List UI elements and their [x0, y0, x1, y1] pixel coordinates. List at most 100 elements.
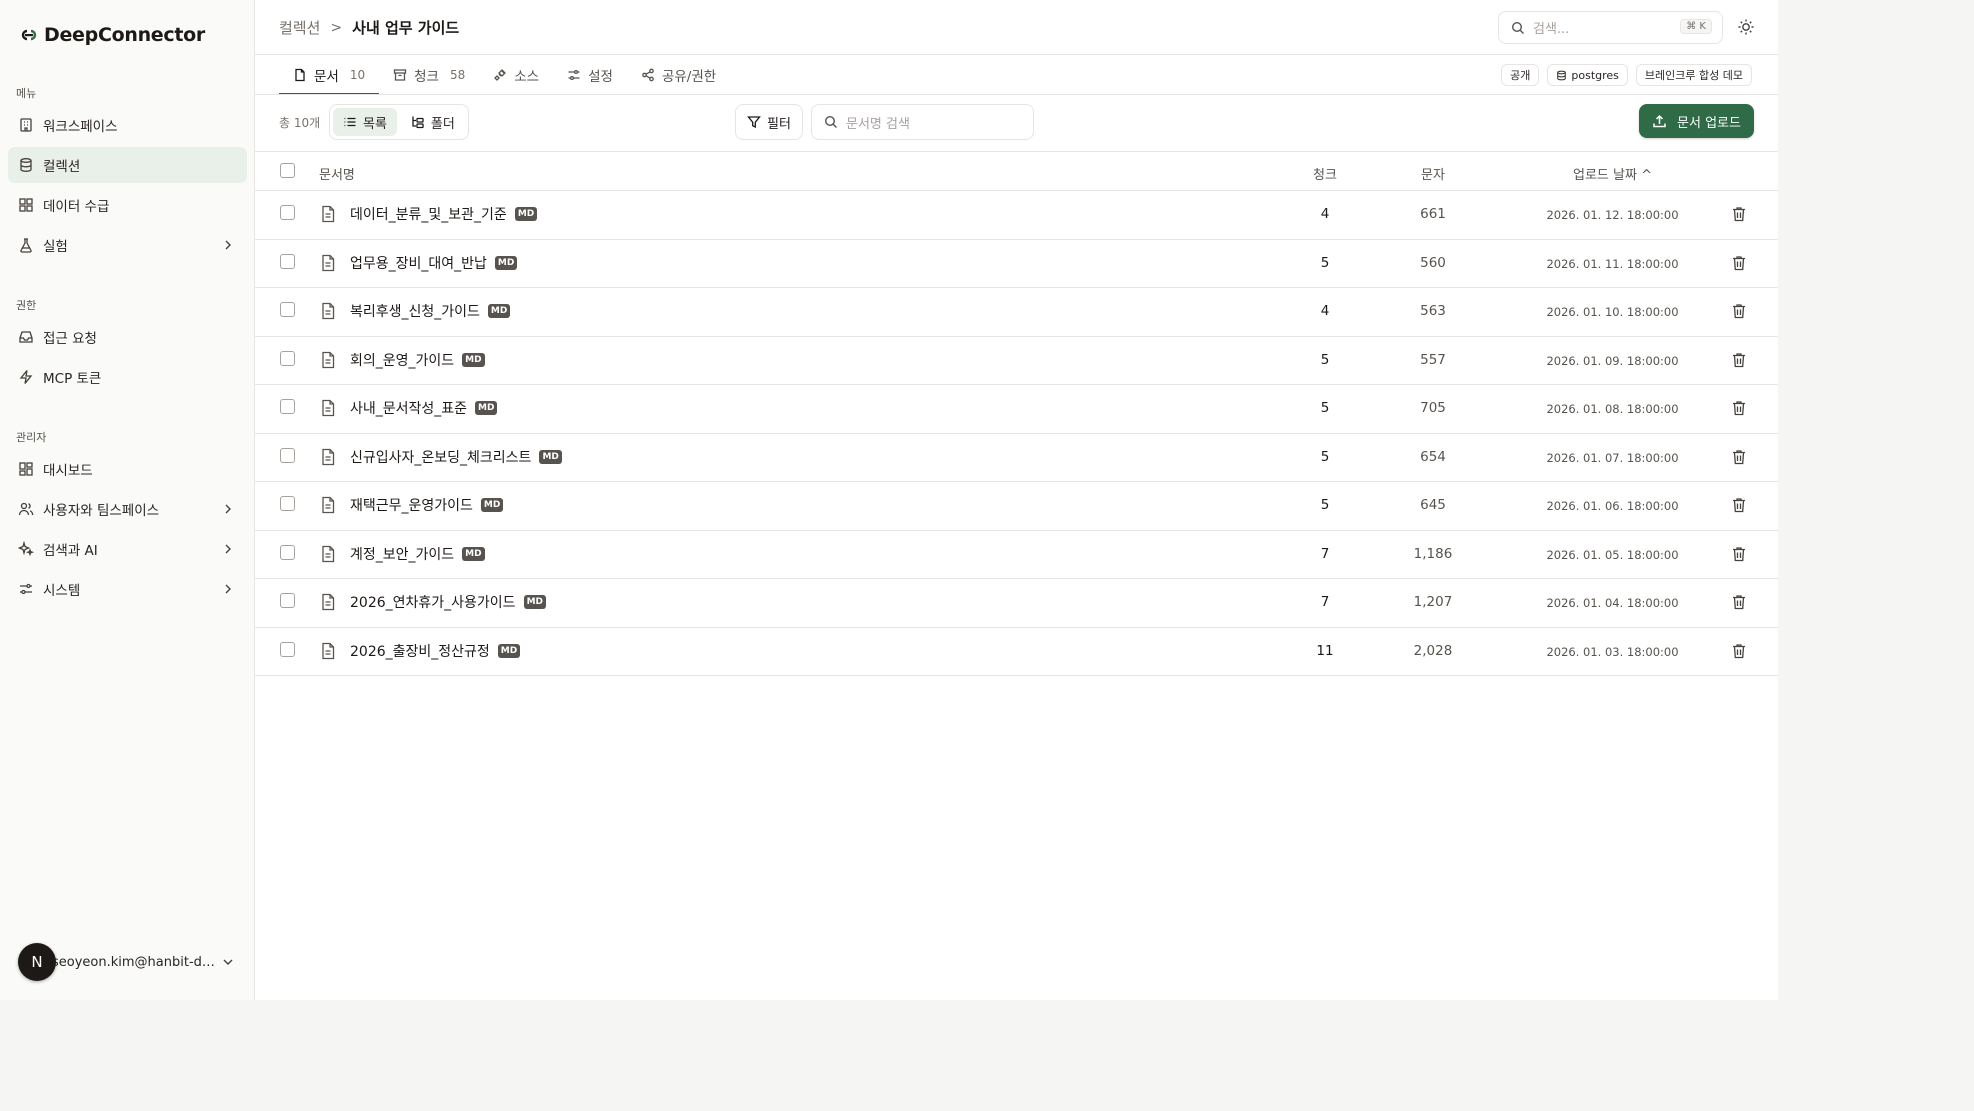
global-search-input[interactable]: 검색... ⌘ K — [1498, 11, 1723, 44]
table-header: 문서명 청크 문자 업로드 날짜 ^ — [255, 151, 1778, 191]
table-row[interactable]: 계정_보안_가이드 MD 7 1,186 2026. 01. 05. 18:00:00 — [255, 531, 1778, 579]
document-name-cell[interactable]: 복리후생_신청_가이드 MD — [319, 301, 511, 321]
sidebar-item-label: 컬렉션 — [43, 159, 81, 175]
table-row[interactable]: 사내_문서작성_표준 MD 5 705 2026. 01. 08. 18:00:00 — [255, 385, 1778, 434]
trash-icon[interactable] — [1730, 545, 1748, 563]
sun-icon[interactable] — [1736, 17, 1756, 37]
row-checkbox[interactable] — [280, 205, 295, 220]
tab-settings[interactable]: 설정 — [553, 56, 627, 94]
sliders-icon — [20, 583, 32, 595]
section-label-permission: 권한 — [16, 299, 37, 312]
upload-date: 2026. 01. 12. 18:00:00 — [1546, 208, 1679, 222]
column-header-chars[interactable]: 문자 — [1403, 164, 1463, 183]
document-name: 데이터_분류_및_보관_기준 — [350, 207, 507, 223]
tab-chunks[interactable]: 청크 58 — [379, 56, 479, 94]
chunk-count: 7 — [1320, 594, 1330, 610]
table-row[interactable]: 2026_출장비_정산규정 MD 11 2,028 2026. 01. 03. 18:0… — [255, 628, 1778, 676]
row-checkbox[interactable] — [280, 253, 295, 269]
trash-icon[interactable] — [1730, 254, 1748, 272]
sidebar: DeepConnector 메뉴 워크스페이스 컬렉션 데이터 수급 실험 권한… — [0, 0, 255, 1000]
upload-date: 2026. 01. 03. 18:00:00 — [1546, 644, 1679, 659]
tab-sources[interactable]: 소스 — [479, 56, 553, 94]
document-name-cell[interactable]: 데이터_분류_및_보관_기준 MD — [319, 204, 538, 224]
file-text-icon — [322, 254, 335, 271]
row-checkbox[interactable] — [280, 641, 295, 657]
document-name-cell[interactable]: 회의_운영_가이드 MD — [319, 350, 485, 370]
trash-icon[interactable] — [1730, 448, 1748, 466]
document-name: 2026_출장비_정산규정 — [350, 643, 490, 660]
sparkle-icon — [18, 541, 34, 557]
trash-icon[interactable] — [1730, 496, 1748, 514]
trash-icon[interactable] — [1730, 302, 1748, 320]
select-all-checkbox[interactable] — [280, 163, 295, 178]
tab-label: 청크 — [414, 69, 439, 85]
trash-icon[interactable] — [1730, 205, 1748, 223]
row-checkbox[interactable] — [280, 593, 295, 608]
sidebar-item-access-request[interactable]: 접근 요청 — [8, 319, 247, 355]
trash-icon[interactable] — [1730, 351, 1748, 369]
filter-button[interactable]: 필터 — [735, 104, 803, 140]
upload-document-button[interactable]: 문서 업로드 — [1639, 104, 1754, 138]
document-name-cell[interactable]: 2026_연차휴가_사용가이드 MD — [319, 592, 546, 612]
chunk-count: 5 — [1320, 497, 1330, 513]
topbar: 컬렉션 > 사내 업무 가이드 검색... ⌘ K — [255, 0, 1778, 55]
document-name-cell[interactable]: 사내_문서작성_표준 MD — [319, 398, 498, 418]
table-row[interactable]: 회의_운영_가이드 MD 5 557 2026. 01. 09. 18:00:00 — [255, 337, 1778, 385]
row-checkbox[interactable] — [280, 302, 295, 317]
chunk-count: 11 — [1316, 642, 1334, 659]
document-search-input[interactable]: 문서명 검색 — [811, 104, 1034, 140]
document-name-cell[interactable]: 신규입사자_온보딩_체크리스트 MD — [319, 447, 562, 467]
view-toggle: 목록 폴더 — [329, 104, 469, 140]
chevron-down-icon — [223, 959, 233, 965]
breadcrumb-parent[interactable]: 컬렉션 — [279, 17, 320, 38]
document-name-cell[interactable]: 2026_출장비_정산규정 MD — [319, 641, 521, 661]
tab-label: 문서 — [314, 69, 339, 85]
sidebar-item-experiment[interactable]: 실험 — [8, 227, 247, 263]
sidebar-item-collection[interactable]: 컬렉션 — [8, 147, 247, 183]
sidebar-item-mcp-token[interactable]: MCP 토큰 — [8, 359, 247, 395]
document-name-cell[interactable]: 업무용_장비_대여_반납 MD — [319, 253, 518, 273]
md-badge: MD — [487, 304, 511, 318]
row-checkbox[interactable] — [280, 544, 295, 560]
table-row[interactable]: 2026_연차휴가_사용가이드 MD 7 1,207 2026. 01. 04. 18:… — [255, 579, 1778, 628]
sidebar-item-system[interactable]: 시스템 — [8, 571, 247, 607]
table-row[interactable]: 신규입사자_온보딩_체크리스트 MD 5 654 2026. 01. 07. 18:00… — [255, 434, 1778, 482]
row-checkbox[interactable] — [280, 447, 295, 463]
sidebar-item-search-ai[interactable]: 검색과 AI — [8, 531, 247, 567]
table-row[interactable]: 업무용_장비_대여_반납 MD 5 560 2026. 01. 11. 18:00:00 — [255, 240, 1778, 288]
trash-icon[interactable] — [1730, 399, 1748, 417]
sidebar-item-data-ingest[interactable]: 데이터 수급 — [8, 187, 247, 223]
column-header-name[interactable]: 문서명 — [319, 164, 355, 183]
list-icon — [344, 117, 356, 127]
user-menu[interactable]: N seoyeon.kim@hanbit-de... — [18, 943, 243, 981]
trash-icon[interactable] — [1730, 593, 1748, 611]
dataset-label: 브레인크루 합성 데모 — [1644, 69, 1743, 82]
brand[interactable]: DeepConnector — [20, 24, 205, 46]
char-count: 661 — [1420, 206, 1446, 222]
row-checkbox[interactable] — [280, 399, 295, 414]
sidebar-item-workspace[interactable]: 워크스페이스 — [8, 107, 247, 143]
tab-documents[interactable]: 문서 10 — [279, 56, 380, 95]
column-header-chunks[interactable]: 청크 — [1305, 164, 1345, 183]
trash-icon[interactable] — [1730, 642, 1748, 660]
sidebar-item-dashboard[interactable]: 대시보드 — [8, 451, 247, 487]
chunk-count: 5 — [1320, 254, 1330, 271]
column-header-date[interactable]: 업로드 날짜 ^ — [1525, 164, 1700, 183]
tab-divider — [255, 94, 1778, 95]
row-checkbox[interactable] — [280, 350, 295, 366]
sidebar-item-users-teamspaces[interactable]: 사용자와 팀스페이스 — [8, 491, 247, 527]
filter-icon — [747, 116, 761, 129]
document-name-cell[interactable]: 재택근무_운영가이드 MD — [319, 495, 504, 515]
upload-date: 2026. 01. 09. 18:00:00 — [1546, 353, 1679, 368]
collection-chips: 공개 postgres 브레인크루 합성 데모 — [1501, 64, 1752, 86]
table-row[interactable]: 데이터_분류_및_보관_기준 MD 4 661 2026. 01. 12. 18:00:… — [255, 191, 1778, 240]
tab-share-permissions[interactable]: 공유/권한 — [627, 56, 730, 94]
view-folder-button[interactable]: 폴더 — [401, 108, 465, 136]
row-checkbox[interactable] — [280, 496, 295, 511]
table-row[interactable]: 복리후생_신청_가이드 MD 4 563 2026. 01. 10. 18:00:00 — [255, 288, 1778, 337]
view-list-button[interactable]: 목록 — [333, 108, 397, 136]
tab-count: 10 — [349, 68, 366, 82]
table-row[interactable]: 재택근무_운영가이드 MD 5 645 2026. 01. 06. 18:00:00 — [255, 482, 1778, 531]
document-name-cell[interactable]: 계정_보안_가이드 MD — [319, 544, 485, 564]
section-label-menu: 메뉴 — [16, 87, 37, 100]
